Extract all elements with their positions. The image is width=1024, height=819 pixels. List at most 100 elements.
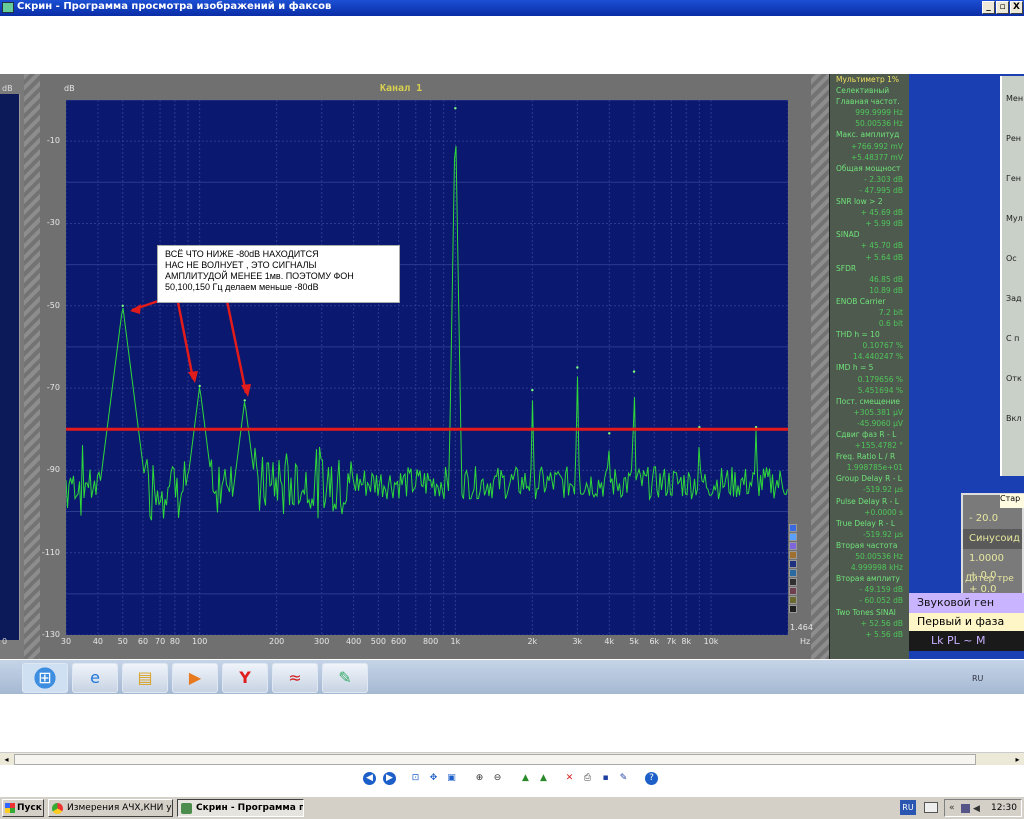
paint-icon[interactable]: ✎ [322,663,368,693]
note-line-3: АМПЛИТУДОЙ МЕНЕЕ 1мв. ПОЭТОМУ ФОН [165,271,354,281]
scroll-thumb[interactable] [14,754,976,765]
gen-start-tab[interactable]: Стар [1000,494,1024,508]
keyboard-icon[interactable] [924,802,938,813]
edit-icon[interactable]: ✎ [617,772,630,785]
zoom-out-icon[interactable]: ⊖ [491,772,504,785]
meter-value: -45.9060 µV [856,418,903,428]
gen-statusbar: Lk PL ~ M [909,631,1024,651]
meter-label: SINAD [836,230,860,240]
yandex-icon[interactable]: Y [222,663,268,693]
meter-value: -519.92 µs [862,485,903,495]
slideshow-icon[interactable]: ▣ [445,772,458,785]
maximize-button[interactable]: ▫ [996,1,1009,14]
win7-taskbar: ⊞ e ▤ ▶ Y ≈ ✎ RU [0,659,1024,694]
meter-value: +305.381 µV [853,407,903,417]
meter-label: Общая мощност [836,163,901,173]
multimeter-title: Мультиметр 1% [836,75,900,84]
task-chrome-label: Измерения АЧХ,КНИ ус... [67,803,172,813]
meter-value: + 45.69 dB [860,208,903,218]
meter-value: - 60.052 dB [859,596,903,606]
media-player-icon[interactable]: ▶ [172,663,218,693]
generator-window-edge: Мен Рен Ген Мул Ос Зад С п Отк Вкл [1000,76,1024,476]
gen-subtitle: Первый и фаза [909,613,1024,631]
meter-value: - 2.303 dB [864,174,903,184]
delete-icon[interactable]: ✕ [563,772,576,785]
scroll-left-icon[interactable]: ◂ [1,754,12,765]
gen-waveform[interactable]: Синусоид [963,529,1022,549]
help-icon[interactable]: ? [645,772,658,785]
meter-value: 0.6 bit [878,319,903,329]
close-button[interactable]: X [1010,1,1023,14]
meter-value: 10.89 dB [869,285,903,295]
network-icon[interactable] [961,804,970,813]
meter-value: +766.992 mV [850,141,903,151]
meter-label: Pulse Delay R - L [836,496,899,506]
meter-value: 999.9999 Hz [855,108,903,118]
meter-value: 0.179656 % [857,374,903,384]
side-label: Мул [1006,214,1023,223]
annotation-arrows [130,294,251,397]
meter-value: 5.451694 % [857,385,903,395]
meter-label: SFDR [836,263,857,273]
windows-orb-icon[interactable]: ⊞ [22,663,68,693]
meter-value: +155.4782 ° [854,441,903,451]
meter-label: Вторая частота [836,540,898,550]
side-label: Ген [1006,174,1022,183]
horizontal-scrollbar[interactable]: ◂ ▸ [0,752,1024,765]
meter-label: Group Delay R - L [836,474,902,484]
task-viewer-label: Скрин - Программа п... [196,803,304,813]
arrow-50hz-head [130,304,141,314]
start-button[interactable]: Пуск [2,799,44,817]
meter-value: 0.10767 % [862,341,903,351]
print-icon[interactable]: ⎙ [581,772,594,785]
title-bar: Скрин - Программа просмотра изображений … [0,0,1024,16]
meter-label: Главная частот. [836,97,900,107]
tray-expand-icon[interactable]: « [949,800,955,816]
side-label: Вкл [1006,414,1022,423]
task-chrome[interactable]: Измерения АЧХ,КНИ ус... [48,799,173,817]
side-label: С п [1006,334,1020,343]
ie-icon[interactable]: e [72,663,118,693]
multimeter-panel: Мультиметр 1% Селективный Главная частот.… [829,74,909,662]
audio-tool-icon[interactable]: ≈ [272,663,318,693]
rotate-ccw-icon[interactable]: ▲ [537,772,550,785]
meter-label: Селективный [836,86,890,96]
meter-label: IMD h = 5 [836,363,874,373]
best-fit-icon[interactable]: ⊡ [409,772,422,785]
gen-level[interactable]: - 20.0 [963,509,1022,529]
meter-label: Two Tones SINAl [836,607,896,617]
side-label: Рен [1006,134,1021,143]
system-tray: « ◀ 12:30 [944,799,1022,817]
arrow-100hz [175,296,195,380]
minimize-button[interactable]: _ [982,1,995,14]
zoom-in-icon[interactable]: ⊕ [473,772,486,785]
meter-label: Макс. амплитуд [836,130,900,140]
next-image-icon[interactable]: ▶ [383,772,396,785]
side-label: Отк [1006,374,1022,383]
chrome-icon [52,803,63,814]
save-icon[interactable]: ▪ [599,772,612,785]
side-label: Ос [1006,254,1017,263]
folder-icon[interactable]: ▤ [122,663,168,693]
meter-value: - 49.159 dB [859,585,903,595]
win7-lang[interactable]: RU [972,674,983,683]
actual-size-icon[interactable]: ✥ [427,772,440,785]
note-line-2: НАС НЕ ВОЛНУЕТ , ЭТО СИГНАЛЫ [165,260,317,270]
scroll-right-icon[interactable]: ▸ [1012,754,1023,765]
meter-value: 7.2 bit [878,307,903,317]
prev-image-icon[interactable]: ◀ [363,772,376,785]
volume-icon[interactable]: ◀ [973,801,980,817]
note-line-4: 50,100,150 Гц делаем меньше -80dB [165,282,319,292]
meter-label: THD h = 10 [836,330,880,340]
annotation-note: ВСЁ ЧТО НИЖЕ -80dB НАХОДИТСЯ НАС НЕ ВОЛН… [157,245,400,303]
task-viewer[interactable]: Скрин - Программа п... [177,799,304,817]
meter-value: -519.92 µs [862,529,903,539]
side-label: Зад [1006,294,1022,303]
rotate-cw-icon[interactable]: ▲ [519,772,532,785]
meter-value: 50.00536 Hz [855,119,903,129]
language-indicator[interactable]: RU [900,800,916,815]
gen-freq[interactable]: 1.0000 [963,549,1022,569]
clock[interactable]: 12:30 [991,800,1017,816]
gen-dither[interactable]: Дитер тре [965,574,1024,588]
meter-value: + 52.56 dB [860,618,903,628]
